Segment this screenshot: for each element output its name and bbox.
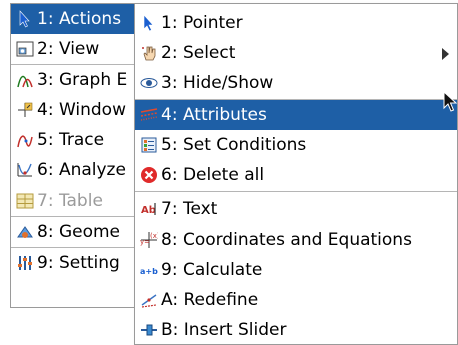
calculate-icon: a+b [139,260,159,280]
svg-text:a+b: a+b [140,267,158,276]
submenu-item-coordinates[interactable]: y=(x) 8: Coordinates and Equations [135,225,457,255]
delete-icon [139,165,159,185]
menu-item-table: 7: Table [11,186,135,216]
geometry-icon [15,222,35,242]
menu-item-label: 5: Trace [37,130,105,150]
menu-item-geometry[interactable]: 8: Geome [11,217,135,247]
menu-item-label: 3: Graph E [37,70,128,90]
submenu-item-label: 5: Set Conditions [161,135,307,155]
main-menu: 1: Actions 2: View 3: Graph E 4: Window … [10,3,136,308]
menu-item-label: 1: Actions [37,9,122,29]
attributes-icon [139,105,159,125]
submenu-item-text[interactable]: Ab 7: Text [135,194,457,224]
graph-icon [15,70,35,90]
eye-icon [139,73,159,93]
view-icon [15,39,35,59]
coordinates-icon: y=(x) [139,230,159,250]
window-icon [15,100,35,120]
svg-text:Ab: Ab [141,205,156,216]
pointer-arrow-icon [139,13,159,33]
menu-item-label: 2: View [37,39,100,59]
menu-item-view[interactable]: 2: View [11,34,135,64]
menu-item-trace[interactable]: 5: Trace [11,125,135,155]
trace-icon [15,130,35,150]
submenu-item-select[interactable]: 2: Select [135,38,457,68]
svg-text:y=: y= [140,238,150,246]
redefine-icon [139,290,159,310]
submenu-item-label: 3: Hide/Show [161,73,274,93]
submenu-item-label: 9: Calculate [161,260,263,280]
submenu-item-attributes[interactable]: 4: Attributes [135,100,457,130]
menu-item-analyze[interactable]: 6: Analyze [11,155,135,185]
submenu-item-label: B: Insert Slider [161,320,287,340]
pointer-arrow-icon [15,9,35,29]
menu-item-graph-entry[interactable]: 3: Graph E [11,65,135,95]
submenu-item-label: 8: Coordinates and Equations [161,230,412,250]
submenu-item-label: 7: Text [161,199,218,219]
menu-item-label: 8: Geome [37,222,120,242]
conditions-icon [139,135,159,155]
submenu-item-pointer[interactable]: 1: Pointer [135,8,457,38]
analyze-icon [15,160,35,180]
submenu-item-redefine[interactable]: A: Redefine [135,285,457,315]
submenu-item-delete-all[interactable]: 6: Delete all [135,160,457,190]
submenu-item-calculate[interactable]: a+b 9: Calculate [135,255,457,285]
menu-separator [135,191,457,192]
submenu-item-hide-show[interactable]: 3: Hide/Show [135,68,457,98]
menu-item-label: 4: Window [37,100,126,120]
settings-icon [15,253,35,273]
submenu-item-label: 1: Pointer [161,13,243,33]
table-icon [15,191,35,211]
submenu-item-label: 2: Select [161,43,236,63]
text-icon: Ab [139,199,159,219]
menu-item-label: 9: Setting [37,253,120,273]
submenu-arrow-icon [442,48,449,60]
menu-item-actions[interactable]: 1: Actions [11,4,135,34]
submenu-item-label: 4: Attributes [161,105,267,125]
menu-item-settings[interactable]: 9: Setting [11,248,135,278]
actions-submenu: 1: Pointer 2: Select 3: Hide/Show 4: Att… [134,3,458,345]
menu-item-window[interactable]: 4: Window [11,95,135,125]
submenu-item-label: 6: Delete all [161,165,265,185]
slider-icon [139,320,159,340]
svg-text:(x): (x) [150,232,158,240]
select-hand-icon [139,43,159,63]
submenu-item-set-conditions[interactable]: 5: Set Conditions [135,130,457,160]
submenu-item-label: A: Redefine [161,290,259,310]
menu-item-label: 6: Analyze [37,160,126,180]
submenu-item-insert-slider[interactable]: B: Insert Slider [135,315,457,345]
mouse-cursor-icon [443,91,457,112]
menu-item-label: 7: Table [37,191,103,211]
